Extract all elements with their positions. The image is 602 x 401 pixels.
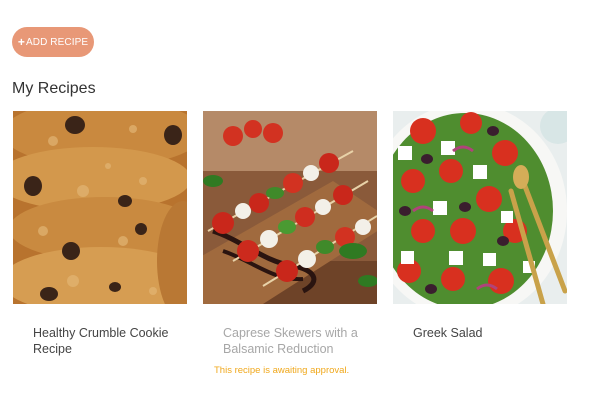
greek-salad-photo[interactable] — [393, 111, 567, 304]
recipe-title[interactable]: Healthy Crumble Cookie Recipe — [33, 325, 173, 357]
add-recipe-button[interactable]: + ADD RECIPE — [12, 27, 94, 57]
pending-status: This recipe is awaiting approval. — [214, 365, 350, 376]
add-recipe-label: ADD RECIPE — [25, 36, 89, 48]
recipe-card-cookies[interactable]: Healthy Crumble Cookie Recipe — [13, 111, 187, 401]
recipe-card-caprese[interactable]: Caprese Skewers with a Balsamic Reductio… — [203, 111, 377, 401]
caprese-skewers-photo[interactable] — [203, 111, 377, 304]
section-title: My Recipes — [12, 80, 96, 97]
recipe-card-greek-salad[interactable]: Greek Salad — [393, 111, 567, 401]
recipe-title[interactable]: Greek Salad — [413, 325, 553, 341]
cookies-photo[interactable] — [13, 111, 187, 304]
recipe-title[interactable]: Caprese Skewers with a Balsamic Reductio… — [223, 325, 363, 357]
plus-icon: + — [17, 35, 25, 49]
recipe-grid: Healthy Crumble Cookie Recipe Caprese Sk… — [13, 111, 573, 401]
